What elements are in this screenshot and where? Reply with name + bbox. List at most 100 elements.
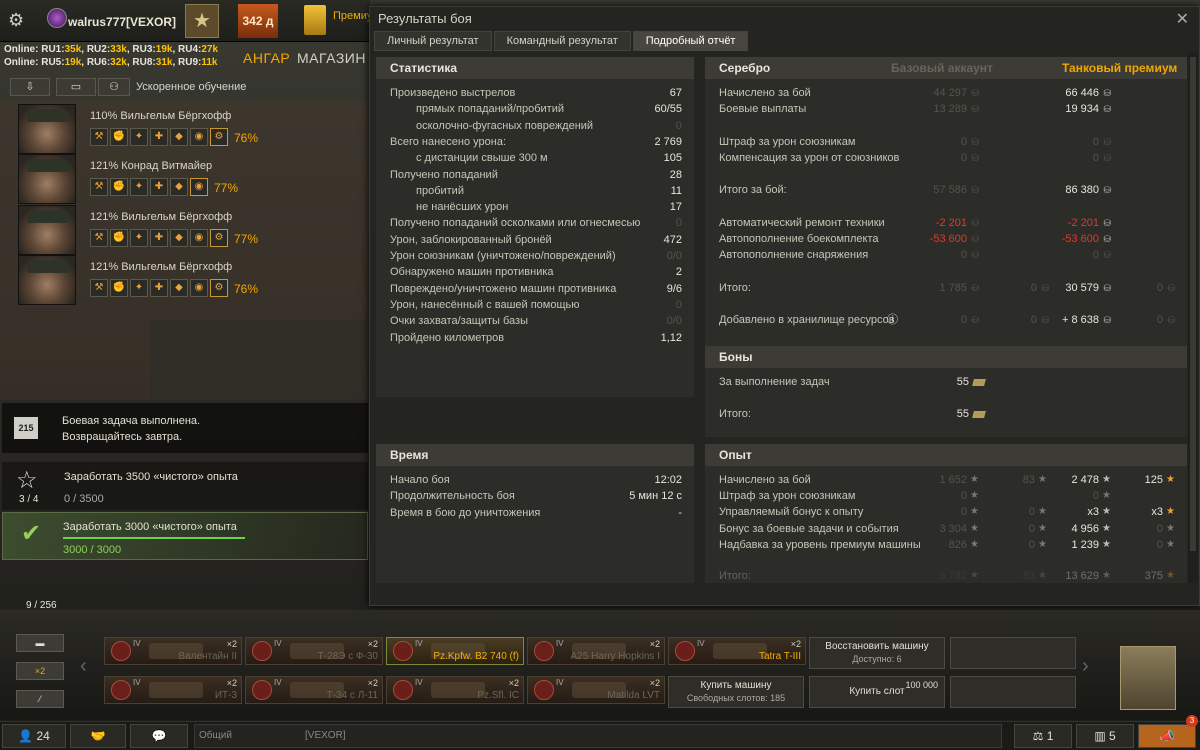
stat-label: Урон союзникам (уничтожено/повреждений): [390, 250, 616, 262]
carousel-left-arrow-icon[interactable]: ‹: [80, 655, 87, 678]
vehicle-card[interactable]: IV ×2 Валентайн II: [104, 637, 242, 665]
vehicle-card[interactable]: IV ×2 A25 Harry Hopkins I: [527, 637, 665, 665]
skill-icon[interactable]: ⚙: [210, 229, 228, 247]
vehicle-card[interactable]: IV Pz.Kpfw. B2 740 (f): [386, 637, 524, 665]
skill-icon[interactable]: ✦: [130, 178, 148, 196]
skill-icon[interactable]: ✊: [110, 128, 128, 146]
skill-icon[interactable]: ⚒: [90, 229, 108, 247]
vehicle-card[interactable]: IV ×2 ИТ-3: [104, 676, 242, 704]
experience-label: Надбавка за уровень премиум машины: [719, 539, 921, 551]
crew-member[interactable]: 121% Конрад Витмайер ⚒ ✊ ✦ ✚ ◆ ◉ 77%: [8, 154, 368, 204]
filter-premium-button[interactable]: ⁄: [16, 690, 64, 708]
skill-icon[interactable]: ◉: [190, 229, 208, 247]
empty-slot[interactable]: [950, 637, 1076, 669]
settings-gear-icon[interactable]: ⚙: [8, 10, 24, 31]
personal-mission-panel[interactable]: ☆ 3 / 4 Заработать 3500 «чистого» опыта …: [2, 462, 368, 510]
skill-icon[interactable]: ✚: [150, 279, 168, 297]
tab-hangar[interactable]: АНГАР: [243, 50, 290, 66]
scales-button[interactable]: ⚖ 1: [1014, 724, 1072, 748]
completed-mission-panel[interactable]: ✔ Заработать 3000 «чистого» опыта 3000 /…: [2, 512, 368, 560]
skill-icon[interactable]: ⚒: [90, 178, 108, 196]
silver-premium-value2: 0: [1156, 314, 1163, 326]
free-experience-star-icon: ★: [1166, 523, 1175, 534]
vehicle-name: Pz.Sfl. IC: [477, 690, 519, 701]
skill-icon[interactable]: ✦: [130, 229, 148, 247]
skill-icon[interactable]: ◆: [170, 279, 188, 297]
stats-button[interactable]: ▥ 5: [1076, 724, 1134, 748]
tab-result-2[interactable]: Подробный отчёт: [632, 31, 749, 51]
time-value: -: [678, 506, 682, 519]
buy-slot-button[interactable]: 100 000 Купить слот: [809, 676, 945, 708]
players-button[interactable]: 👤 24: [2, 724, 66, 748]
skill-icon[interactable]: ◆: [170, 128, 188, 146]
skill-icon[interactable]: ✚: [150, 229, 168, 247]
silver-coin-icon: ⛁: [1103, 283, 1111, 293]
skill-icon[interactable]: ◆: [170, 178, 188, 196]
vehicle-card[interactable]: IV ×2 Tatra T-III: [668, 637, 806, 665]
empty-slot[interactable]: [950, 676, 1076, 708]
crew-member[interactable]: 110% Вильгельм Бёргхофф ⚒ ✊ ✦ ✚ ◆ ◉ ⚙ 76%: [8, 104, 368, 154]
skill-icon[interactable]: ⚙: [210, 279, 228, 297]
tab-shop[interactable]: МАГАЗИН: [297, 50, 366, 66]
skill-icon[interactable]: ✊: [110, 229, 128, 247]
crew-book-button[interactable]: ▭: [56, 78, 96, 96]
vehicle-card[interactable]: IV ×2 Pz.Sfl. IC: [386, 676, 524, 704]
crew-barracks-button[interactable]: ⚇: [98, 78, 130, 96]
crew-member[interactable]: 121% Вильгельм Бёргхофф ⚒ ✊ ✦ ✚ ◆ ◉ ⚙ 77%: [8, 205, 368, 255]
clan-emblem-icon[interactable]: [47, 8, 67, 28]
close-icon[interactable]: ✕: [1176, 9, 1189, 29]
tab-result-0[interactable]: Личный результат: [374, 31, 492, 51]
skill-icon[interactable]: ◉: [190, 178, 208, 196]
skill-icon[interactable]: ⚒: [90, 128, 108, 146]
skill-icon[interactable]: ✊: [110, 178, 128, 196]
skill-icon[interactable]: ⚙: [210, 128, 228, 146]
crew-dropdown-button[interactable]: ⇩: [10, 78, 50, 96]
rank-star-icon[interactable]: ★: [185, 4, 219, 38]
stat-label: не нанёсших урон: [416, 201, 509, 214]
carousel-right-arrow-icon[interactable]: ›: [1082, 655, 1089, 678]
premium-shop-icon[interactable]: [304, 5, 326, 35]
skill-icon[interactable]: ◉: [190, 128, 208, 146]
chat-channel-clan[interactable]: [VEXOR]: [305, 725, 346, 747]
skill-icon[interactable]: ⚒: [90, 279, 108, 297]
vehicle-card[interactable]: IV ×2 Т-28Э с Ф-30: [245, 637, 383, 665]
premium-days-badge[interactable]: 342 д: [238, 4, 278, 38]
skill-icon[interactable]: ◉: [190, 279, 208, 297]
crew-name: 121% Конрад Витмайер: [90, 160, 213, 172]
accelerated-training-label[interactable]: Ускоренное обучение: [136, 81, 246, 93]
daily-mission-panel[interactable]: 215 Боевая задача выполнена. Возвращайтес…: [2, 403, 368, 453]
skill-icon[interactable]: ◆: [170, 229, 188, 247]
experience-base-value: 1 652: [939, 474, 967, 486]
scrollbar-thumb[interactable]: [1190, 57, 1196, 551]
chat-channel-general[interactable]: Общий: [199, 730, 232, 741]
skill-icon[interactable]: ✦: [130, 279, 148, 297]
filter-x2-button[interactable]: ×2: [16, 662, 64, 680]
loot-box-icon[interactable]: [1120, 646, 1176, 710]
info-icon[interactable]: ⓘ: [887, 312, 898, 328]
premium-shop-link[interactable]: Премиу магазин: [333, 10, 373, 23]
crew-member[interactable]: 121% Вильгельм Бёргхофф ⚒ ✊ ✦ ✚ ◆ ◉ ⚙ 76%: [8, 255, 368, 305]
restore-vehicle-button[interactable]: Восстановить машину Доступно: 6: [809, 637, 945, 669]
notifications-button[interactable]: 📣: [1138, 724, 1196, 748]
handshake-icon[interactable]: 🤝: [70, 724, 126, 748]
time-value: 5 мин 12 с: [629, 490, 682, 503]
chat-icon[interactable]: 💬: [130, 724, 188, 748]
chat-input[interactable]: Общий [VEXOR]: [194, 724, 1002, 748]
experience-star-icon: ★: [1102, 474, 1111, 485]
bons-row: Итого: 55: [705, 406, 1187, 422]
skill-icon[interactable]: ✦: [130, 128, 148, 146]
skill-icon[interactable]: ✚: [150, 128, 168, 146]
skill-icon[interactable]: ✊: [110, 279, 128, 297]
filter-tank-button[interactable]: ▬: [16, 634, 64, 652]
username[interactable]: walrus777[VEXOR]: [68, 15, 176, 29]
stat-label: Очки захвата/защиты базы: [390, 315, 528, 328]
scrollbar[interactable]: [1188, 53, 1198, 583]
vehicle-card[interactable]: IV ×2 Matilda LVT: [527, 676, 665, 704]
vehicle-tier: IV: [697, 639, 705, 648]
skill-icon[interactable]: ✚: [150, 178, 168, 196]
buy-vehicle-button[interactable]: Купить машину Свободных слотов: 185: [668, 676, 804, 708]
stat-row: прямых попаданий/пробитий 60/55: [376, 101, 694, 117]
tab-result-1[interactable]: Командный результат: [493, 31, 631, 51]
vehicle-card[interactable]: IV ×2 Т-34 с Л-11: [245, 676, 383, 704]
checkmark-icon: ✔: [20, 520, 42, 547]
